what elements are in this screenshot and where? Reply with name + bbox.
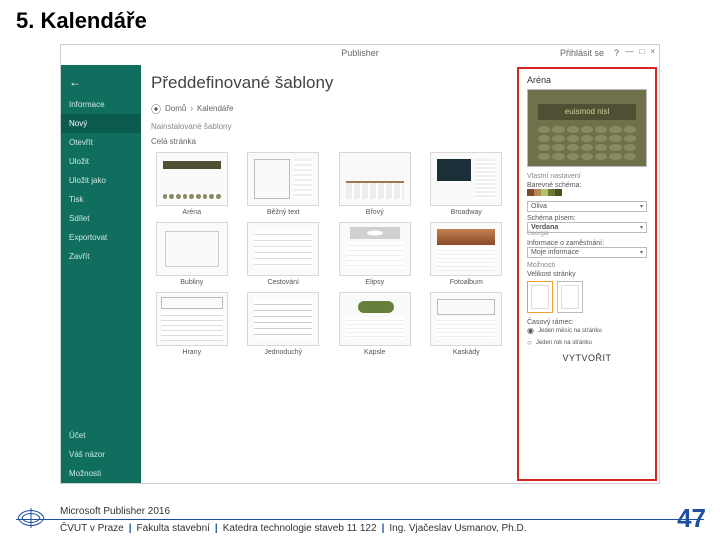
template-label: Jednoduchý (243, 349, 325, 356)
chevron-down-icon: ▾ (640, 224, 643, 231)
create-button[interactable]: VYTVOŘIT (527, 353, 647, 363)
template-aréna[interactable]: Aréna (151, 152, 233, 216)
product-name: Microsoft Publisher 2016 (16, 506, 704, 517)
business-label: Informace o zaměstnání: (527, 240, 647, 247)
breadcrumb-home[interactable]: Domů (165, 104, 186, 113)
cvut-logo (14, 504, 48, 532)
pagesize-portrait[interactable] (557, 281, 583, 313)
pagesize-options[interactable] (527, 281, 647, 313)
font-sub: Georgia (527, 231, 647, 237)
footer-part-1: Fakulta stavební (137, 523, 210, 534)
font-scheme-label: Schéma písem: (527, 215, 647, 222)
back-arrow-icon[interactable]: ← (61, 71, 141, 95)
sidebar-item-1[interactable]: Nový (61, 114, 141, 133)
template-cestování[interactable]: Cestování (243, 222, 325, 286)
preview-thumb: euismod nisl (527, 89, 647, 167)
page-number: 47 (677, 503, 706, 534)
business-dropdown[interactable]: Moje informace▾ (527, 247, 647, 258)
sidebar-item-6[interactable]: Sdílet (61, 209, 141, 228)
template-label: Běžný text (243, 209, 325, 216)
template-kaskády[interactable]: Kaskády (426, 292, 508, 356)
template-běžný-text[interactable]: Běžný text (243, 152, 325, 216)
footer-part-0: ČVUT v Praze (60, 523, 124, 534)
publisher-backstage: Publisher Přihlásit se ? — □ × ← Informa… (60, 44, 660, 484)
sidebar-item-8[interactable]: Zavřít (61, 247, 141, 266)
minimize-icon[interactable]: — (625, 47, 633, 56)
signin-link[interactable]: Přihlásit se (560, 48, 604, 58)
template-elipsy[interactable]: Elipsy (334, 222, 416, 286)
chevron-down-icon: ▾ (640, 203, 643, 210)
sidebar-item-2[interactable]: Otevřít (61, 133, 141, 152)
sidebar-item-3[interactable]: Uložit (61, 152, 141, 171)
maximize-icon[interactable]: □ (639, 47, 644, 56)
breadcrumb: ⦿ Domů › Kalendáře (151, 101, 507, 116)
pagesize-landscape[interactable] (527, 281, 553, 313)
preview-title: Aréna (527, 75, 647, 85)
template-fotoalbum[interactable]: Fotoalbum (426, 222, 508, 286)
slide-footer: Microsoft Publisher 2016 ČVUT v Praze|Fa… (0, 502, 720, 540)
breadcrumb-current: Kalendáře (197, 104, 233, 113)
section-label: Nainstalované šablony (151, 122, 507, 131)
titlebar: Publisher Přihlásit se ? — □ × (61, 45, 659, 65)
timeframe-year[interactable]: ○Jeden rok na stránku (527, 338, 647, 347)
color-scheme-label: Barevné schéma: (527, 182, 647, 189)
custom-label: Vlastní nastavení (527, 173, 647, 180)
template-label: Aréna (151, 209, 233, 216)
preview-panel: Aréna euismod nisl Vlastní nastavení Bar… (517, 67, 657, 481)
template-label: Elipsy (334, 279, 416, 286)
color-scheme-dropdown[interactable]: Oliva▾ (527, 201, 647, 212)
help-button[interactable]: ? (614, 48, 619, 58)
template-label: Kaskády (426, 349, 508, 356)
app-name: Publisher (341, 48, 379, 58)
timeframe-label: Časový rámec: (527, 319, 647, 326)
chevron-down-icon: ▾ (640, 249, 643, 256)
close-icon[interactable]: × (650, 47, 655, 56)
footer-part-2: Katedra technologie staveb 11 122 (223, 523, 377, 534)
template-hrany[interactable]: Hrany (151, 292, 233, 356)
template-label: Kapsle (334, 349, 416, 356)
sidebar-bottom-0[interactable]: Účet (61, 426, 141, 445)
template-jednoduchý[interactable]: Jednoduchý (243, 292, 325, 356)
timeframe-month[interactable]: ◉Jeden měsíc na stránku (527, 326, 647, 335)
chevron-right-icon: › (190, 104, 193, 113)
preview-banner: euismod nisl (538, 104, 636, 120)
options-label: Možnosti (527, 262, 647, 269)
page-heading: Předdefinované šablony (151, 73, 507, 93)
pagesize-label: Velikost stránky (527, 271, 647, 278)
sidebar-bottom-2[interactable]: Možnosti (61, 464, 141, 483)
sidebar-item-0[interactable]: Informace (61, 95, 141, 114)
footer-part-3: Ing. Vjačeslav Usmanov, Ph.D. (389, 523, 526, 534)
template-label: Fotoalbum (426, 279, 508, 286)
template-bubliny[interactable]: Bubliny (151, 222, 233, 286)
template-břový[interactable]: Břový (334, 152, 416, 216)
sidebar-item-7[interactable]: Exportovat (61, 228, 141, 247)
sidebar-bottom-1[interactable]: Váš názor (61, 445, 141, 464)
template-label: Cestování (243, 279, 325, 286)
slide-title: 5. Kalendáře (0, 0, 720, 46)
backstage-sidebar: ← InformaceNovýOtevřítUložitUložit jakoT… (61, 65, 141, 483)
sidebar-item-5[interactable]: Tisk (61, 190, 141, 209)
template-kapsle[interactable]: Kapsle (334, 292, 416, 356)
filter-label: Celá stránka (151, 137, 507, 146)
template-label: Hrany (151, 349, 233, 356)
breadcrumb-back-icon[interactable]: ⦿ (151, 101, 161, 116)
template-label: Břový (334, 209, 416, 216)
sidebar-item-4[interactable]: Uložit jako (61, 171, 141, 190)
template-label: Broadway (426, 209, 508, 216)
template-label: Bubliny (151, 279, 233, 286)
template-broadway[interactable]: Broadway (426, 152, 508, 216)
color-swatches (527, 189, 562, 198)
templates-content: Předdefinované šablony ⦿ Domů › Kalendář… (141, 65, 517, 483)
